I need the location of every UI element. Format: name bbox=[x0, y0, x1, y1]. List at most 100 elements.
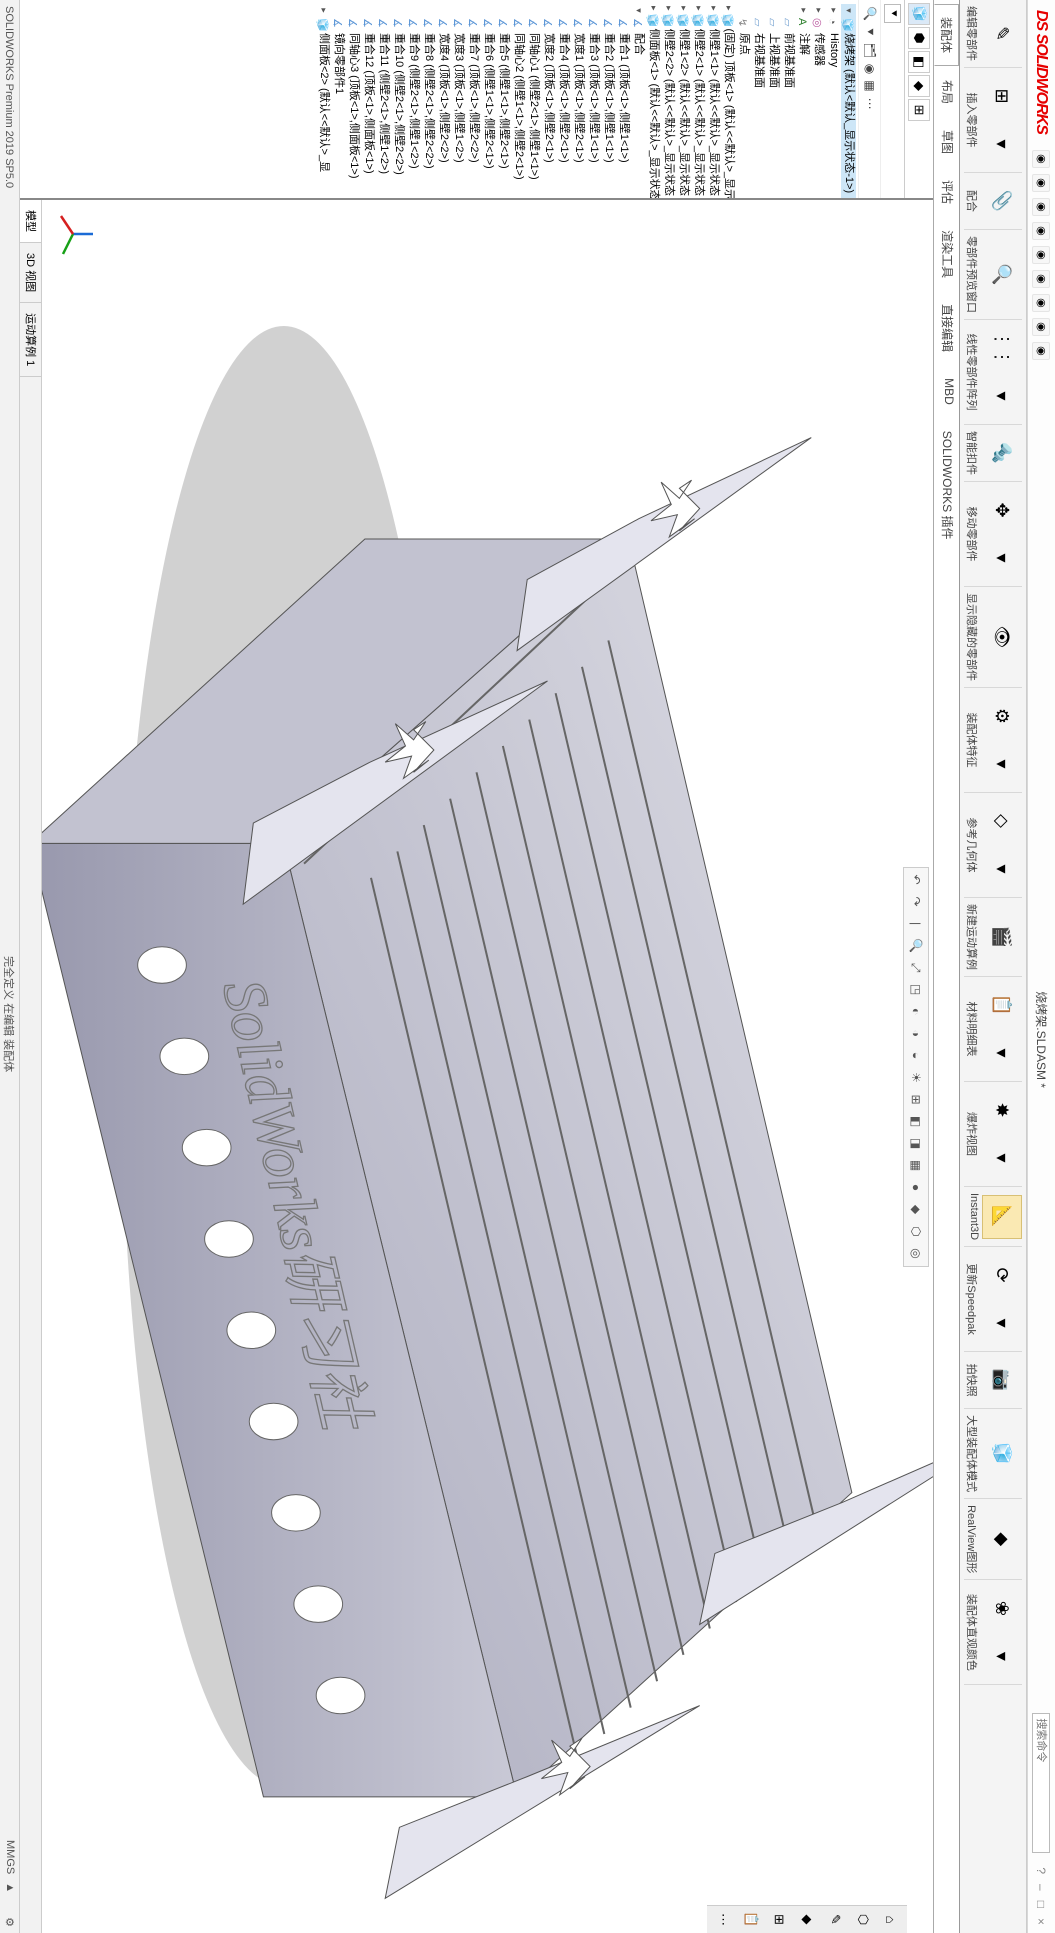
qat-redo-icon[interactable]: ◉ bbox=[1033, 294, 1051, 312]
filter-icon[interactable]: 🗂 bbox=[862, 43, 877, 58]
ribbon-command-button[interactable]: ◇ bbox=[982, 799, 1022, 843]
tree-node[interactable]: ∡重合11 (侧壁2<1>,侧壁1<2>) bbox=[376, 4, 391, 198]
filter-icon[interactable]: ⋯ bbox=[862, 98, 877, 110]
ribbon-command-button[interactable]: ▾ bbox=[982, 1634, 1022, 1678]
expand-icon[interactable]: ▸ bbox=[316, 6, 331, 15]
filter-icon[interactable]: 🔍 bbox=[862, 6, 877, 21]
tree-node[interactable]: ▸🧊侧面板<1> (默认<<默认>_显示状态 bbox=[646, 4, 661, 198]
ribbon-command-button[interactable]: ▾ bbox=[982, 742, 1022, 786]
taskpane-tab[interactable]: ⌂ bbox=[879, 1908, 903, 1931]
filter-icon[interactable]: ◉ bbox=[862, 64, 877, 74]
taskpane-tab[interactable]: ⊞ bbox=[767, 1908, 791, 1931]
orientation-triad[interactable] bbox=[46, 210, 97, 258]
command-tab[interactable]: 渲染工具 bbox=[934, 218, 959, 290]
status-item[interactable]: ▲ bbox=[3, 1882, 16, 1893]
ribbon-command-button[interactable]: ✎ bbox=[982, 12, 1022, 56]
tree-node[interactable]: ▾∡配合 bbox=[631, 4, 646, 198]
tree-node[interactable]: ∡宽度3 (顶板<1>,侧壁1<2>) bbox=[451, 4, 466, 198]
tree-node[interactable]: ▸🧊(固定) 顶板<1> (默认<<默认>_显示状态 bbox=[721, 4, 736, 198]
manager-tab[interactable]: ⬢ bbox=[908, 27, 930, 49]
ribbon-command-button[interactable]: 🎬 bbox=[982, 915, 1022, 959]
ribbon-command-button[interactable]: 📷 bbox=[982, 1358, 1022, 1402]
tree-node[interactable]: ∡重合4 (顶板<1>,侧壁2<1>) bbox=[556, 4, 571, 198]
ribbon-command-button[interactable]: 🧊 bbox=[982, 1432, 1022, 1476]
qat-undo-icon[interactable]: ◉ bbox=[1033, 270, 1051, 288]
ribbon-command-button[interactable]: ▾ bbox=[982, 847, 1022, 891]
tree-node[interactable]: ∡重合12 (顶板<1>,侧面板<1>) bbox=[361, 4, 376, 198]
tree-node[interactable]: ↯原点 bbox=[736, 4, 751, 198]
tree-node[interactable]: ∡镜向零部件1 bbox=[331, 4, 346, 198]
ribbon-command-button[interactable]: 📋 bbox=[982, 983, 1022, 1027]
expand-icon[interactable]: ▸ bbox=[826, 6, 841, 15]
tree-node[interactable]: ∡重合6 (侧壁1<1>,侧壁2<1>) bbox=[481, 4, 496, 198]
filter-icon[interactable]: ▦ bbox=[862, 80, 877, 91]
ribbon-command-button[interactable]: ▾ bbox=[982, 1136, 1022, 1180]
expand-icon[interactable]: ▸ bbox=[721, 6, 736, 11]
expand-icon[interactable]: ▸ bbox=[661, 6, 676, 11]
tree-root[interactable]: ▾🧊 烧烤架 (默认<默认_显示状态-1>) bbox=[841, 4, 856, 198]
tree-node[interactable]: ∡宽度4 (顶板<1>,侧壁2<2>) bbox=[436, 4, 451, 198]
status-item[interactable]: MMGS bbox=[3, 1840, 16, 1874]
ribbon-command-button[interactable]: ⚙ bbox=[982, 694, 1022, 738]
tree-node[interactable]: ▸◔History bbox=[826, 4, 841, 198]
qat-new-icon[interactable]: ◉ bbox=[1033, 174, 1051, 192]
qat-open-icon[interactable]: ◉ bbox=[1033, 198, 1051, 216]
ribbon-command-button[interactable]: 🔩 bbox=[982, 431, 1022, 475]
qat-gear-icon[interactable]: ◉ bbox=[1033, 342, 1051, 360]
ribbon-command-button[interactable]: ✸ bbox=[982, 1088, 1022, 1132]
ribbon-command-button[interactable]: 📎 bbox=[982, 179, 1022, 223]
command-tab[interactable]: 布局 bbox=[934, 68, 959, 116]
command-tab[interactable]: 直接编辑 bbox=[934, 292, 959, 364]
expand-icon[interactable]: ▸ bbox=[796, 6, 811, 15]
feature-tree[interactable]: ▾🧊 烧烤架 (默认<默认_显示状态-1>) ▸◔History▸◎传感器▸A注… bbox=[20, 0, 858, 198]
taskpane-tab[interactable]: ✎ bbox=[823, 1908, 847, 1931]
tree-node[interactable]: ∡宽度2 (顶板<1>,侧壁2<1>) bbox=[541, 4, 556, 198]
document-tab[interactable]: 3D 视图 bbox=[20, 243, 41, 303]
tree-node[interactable]: ▸🧊侧壁2<2> (默认<<默认>_显示状态 bbox=[661, 4, 676, 198]
tree-node[interactable]: ▱右视基准面 bbox=[751, 4, 766, 198]
tree-node[interactable]: ▸🧊侧壁2<1> (默认<<默认>_显示状态 bbox=[691, 4, 706, 198]
tree-node[interactable]: ∡重合9 (侧壁2<1>,侧壁1<2>) bbox=[406, 4, 421, 198]
manager-tab[interactable]: ⊞ bbox=[908, 99, 930, 121]
tree-node[interactable]: ∡同轴心1 (侧壁2<1>,侧壁1<1>) bbox=[526, 4, 541, 198]
qat-opts-icon[interactable]: ◉ bbox=[1033, 318, 1051, 336]
tree-node[interactable]: ▸🧊侧壁1<1> (默认<<默认>_显示状态 bbox=[706, 4, 721, 198]
tree-node[interactable]: ▸◎传感器 bbox=[811, 4, 826, 198]
ribbon-command-button[interactable]: ⊞ bbox=[982, 74, 1022, 118]
expand-icon[interactable]: ▾ bbox=[631, 6, 646, 15]
command-tab[interactable]: 评估 bbox=[934, 168, 959, 216]
ribbon-command-button[interactable]: ▾ bbox=[982, 1031, 1022, 1075]
search-input[interactable] bbox=[1033, 1713, 1051, 1853]
expand-icon[interactable]: ▸ bbox=[676, 6, 691, 11]
taskpane-tab[interactable]: ◆ bbox=[795, 1908, 819, 1931]
manager-tab[interactable]: ◧ bbox=[908, 51, 930, 73]
window-button[interactable]: × bbox=[1035, 1918, 1049, 1925]
tree-node[interactable]: ∡重合1 (顶板<1>,侧壁1<1>) bbox=[616, 4, 631, 198]
expand-icon[interactable]: ▸ bbox=[646, 6, 661, 11]
expand-icon[interactable]: ▸ bbox=[811, 6, 826, 15]
ribbon-command-button[interactable]: ▾ bbox=[982, 122, 1022, 166]
expand-icon[interactable]: ▸ bbox=[706, 6, 721, 11]
taskpane-tab[interactable]: ⋯ bbox=[711, 1908, 735, 1931]
ribbon-command-button[interactable]: ⋮⋮ bbox=[982, 326, 1022, 370]
ribbon-command-button[interactable]: ▾ bbox=[982, 374, 1022, 418]
qat-print-icon[interactable]: ◉ bbox=[1033, 246, 1051, 264]
taskpane-tab[interactable]: ⬡ bbox=[851, 1908, 875, 1931]
tree-node[interactable]: ▸A注解 bbox=[796, 4, 811, 198]
tree-node[interactable]: ∡重合2 (顶板<1>,侧壁1<1>) bbox=[601, 4, 616, 198]
expand-icon[interactable]: ▸ bbox=[691, 6, 706, 11]
tree-node[interactable]: ∡重合7 (顶板<1>,侧壁2<2>) bbox=[466, 4, 481, 198]
ribbon-command-button[interactable]: ▾ bbox=[982, 1301, 1022, 1345]
manager-tab[interactable]: 🧊 bbox=[908, 3, 930, 25]
ribbon-command-button[interactable]: 🔍 bbox=[982, 253, 1022, 297]
ribbon-command-button[interactable]: ⟳ bbox=[982, 1253, 1022, 1297]
tree-node[interactable]: ▸🧊侧壁1<2> (默认<<默认>_显示状态 bbox=[676, 4, 691, 198]
ribbon-command-button[interactable]: ❀ bbox=[982, 1586, 1022, 1630]
ribbon-command-button[interactable]: 📐 bbox=[982, 1195, 1022, 1239]
manager-tab[interactable]: ◆ bbox=[908, 75, 930, 97]
tree-node[interactable]: ∡重合8 (侧壁2<1>,侧壁2<2>) bbox=[421, 4, 436, 198]
filter-icon[interactable]: ⯆ bbox=[862, 27, 877, 37]
window-button[interactable]: □ bbox=[1035, 1901, 1049, 1908]
status-item[interactable]: ⚙ bbox=[3, 1917, 16, 1927]
command-tab[interactable]: SOLIDWORKS 插件 bbox=[934, 419, 959, 552]
